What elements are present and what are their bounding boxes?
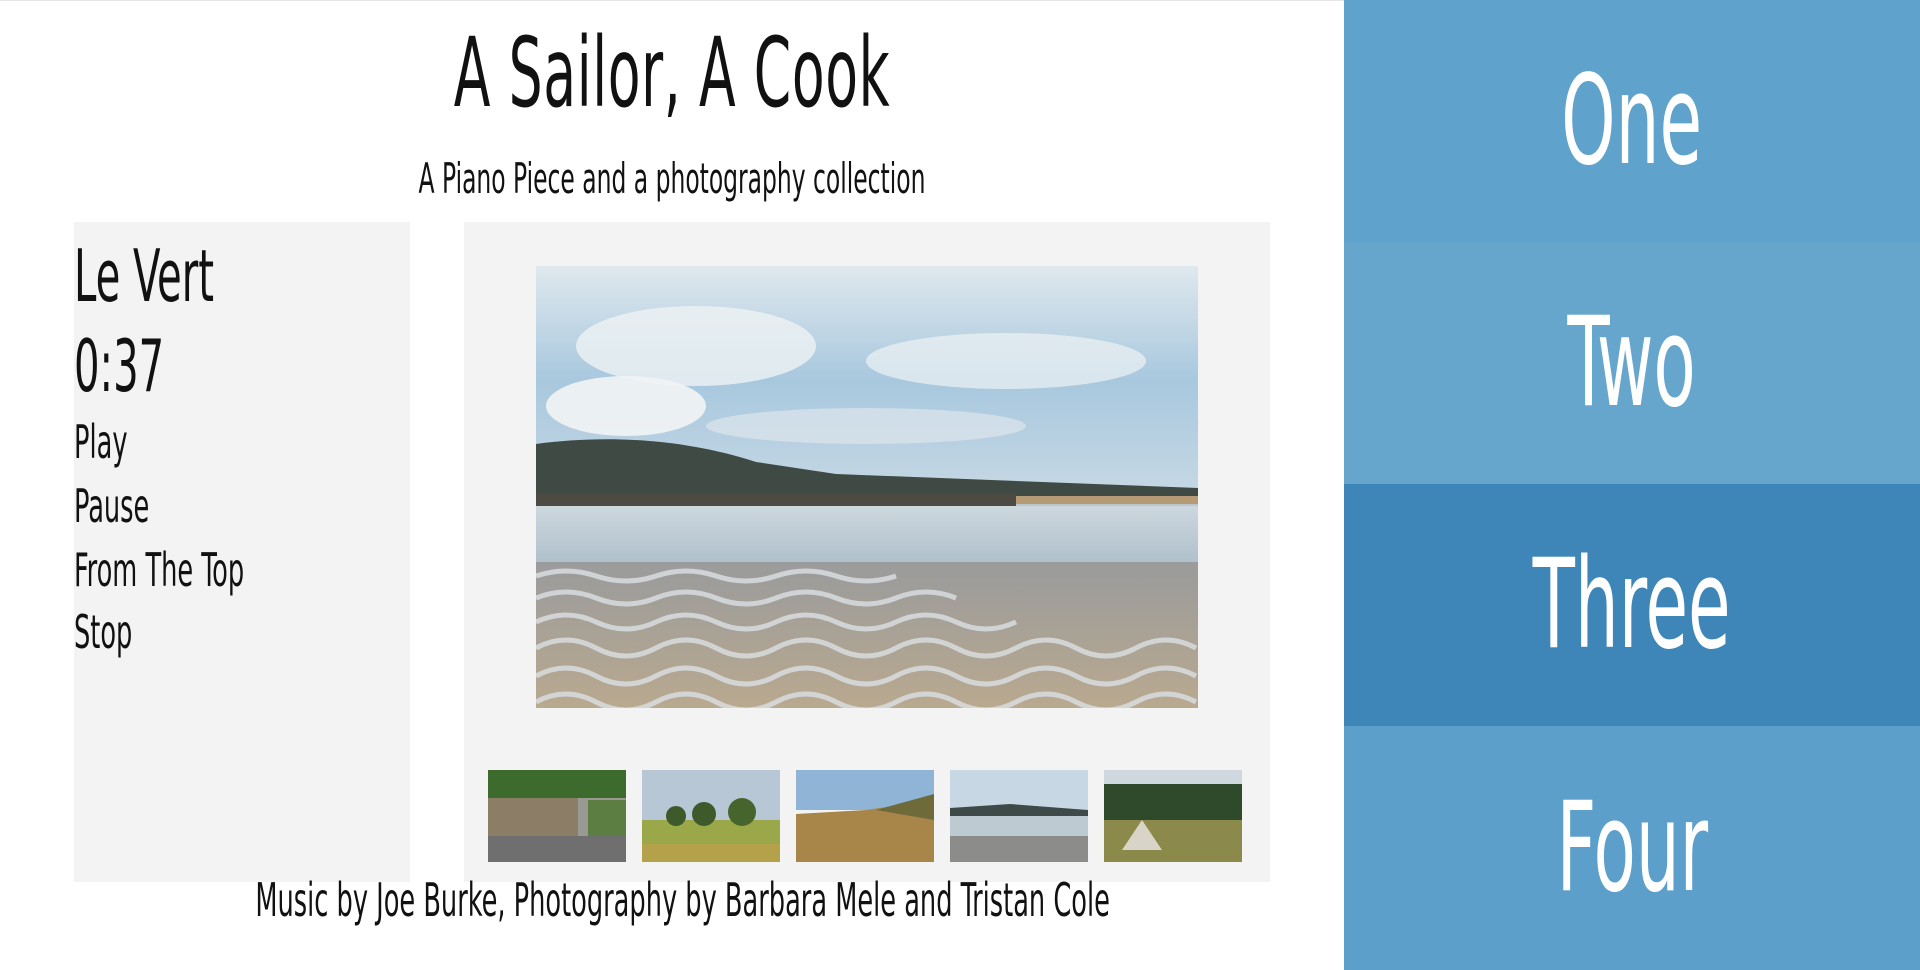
player-panel: Le Vert 0:37 Play Pause From The Top Sto… — [74, 222, 410, 882]
play-button[interactable]: Play — [74, 414, 128, 470]
stop-button[interactable]: Stop — [74, 604, 132, 660]
nav-item-four[interactable]: Four — [1344, 726, 1920, 970]
track-time: 0:37 — [74, 324, 165, 408]
nav-label: Four — [1556, 776, 1708, 920]
nav-item-three[interactable]: Three — [1344, 484, 1920, 726]
moorland-photo[interactable] — [796, 770, 934, 862]
page-title: A Sailor, A Cook — [453, 17, 891, 129]
page-subtitle: A Piano Piece and a photography collecti… — [418, 154, 926, 203]
nav-label: Two — [1567, 291, 1697, 435]
nav-item-one[interactable]: One — [1344, 0, 1920, 242]
wall-road-photo[interactable] — [488, 770, 626, 862]
top-divider — [0, 0, 1344, 1]
from-the-top-button[interactable]: From The Top — [74, 542, 244, 598]
photo-gallery — [464, 222, 1270, 882]
credits: Music by Joe Burke, Photography by Barba… — [255, 873, 1110, 927]
nav-item-two[interactable]: Two — [1344, 242, 1920, 484]
section-nav: One Two Three Four — [1344, 0, 1920, 970]
nav-label: One — [1561, 49, 1703, 193]
field-trees-photo[interactable] — [642, 770, 780, 862]
beach-ripples-photo — [536, 266, 1198, 708]
pause-button[interactable]: Pause — [74, 478, 149, 534]
tent-field-photo[interactable] — [1104, 770, 1242, 862]
track-title: Le Vert — [74, 234, 215, 318]
nav-label: Three — [1533, 533, 1731, 677]
beach-photo[interactable] — [950, 770, 1088, 862]
